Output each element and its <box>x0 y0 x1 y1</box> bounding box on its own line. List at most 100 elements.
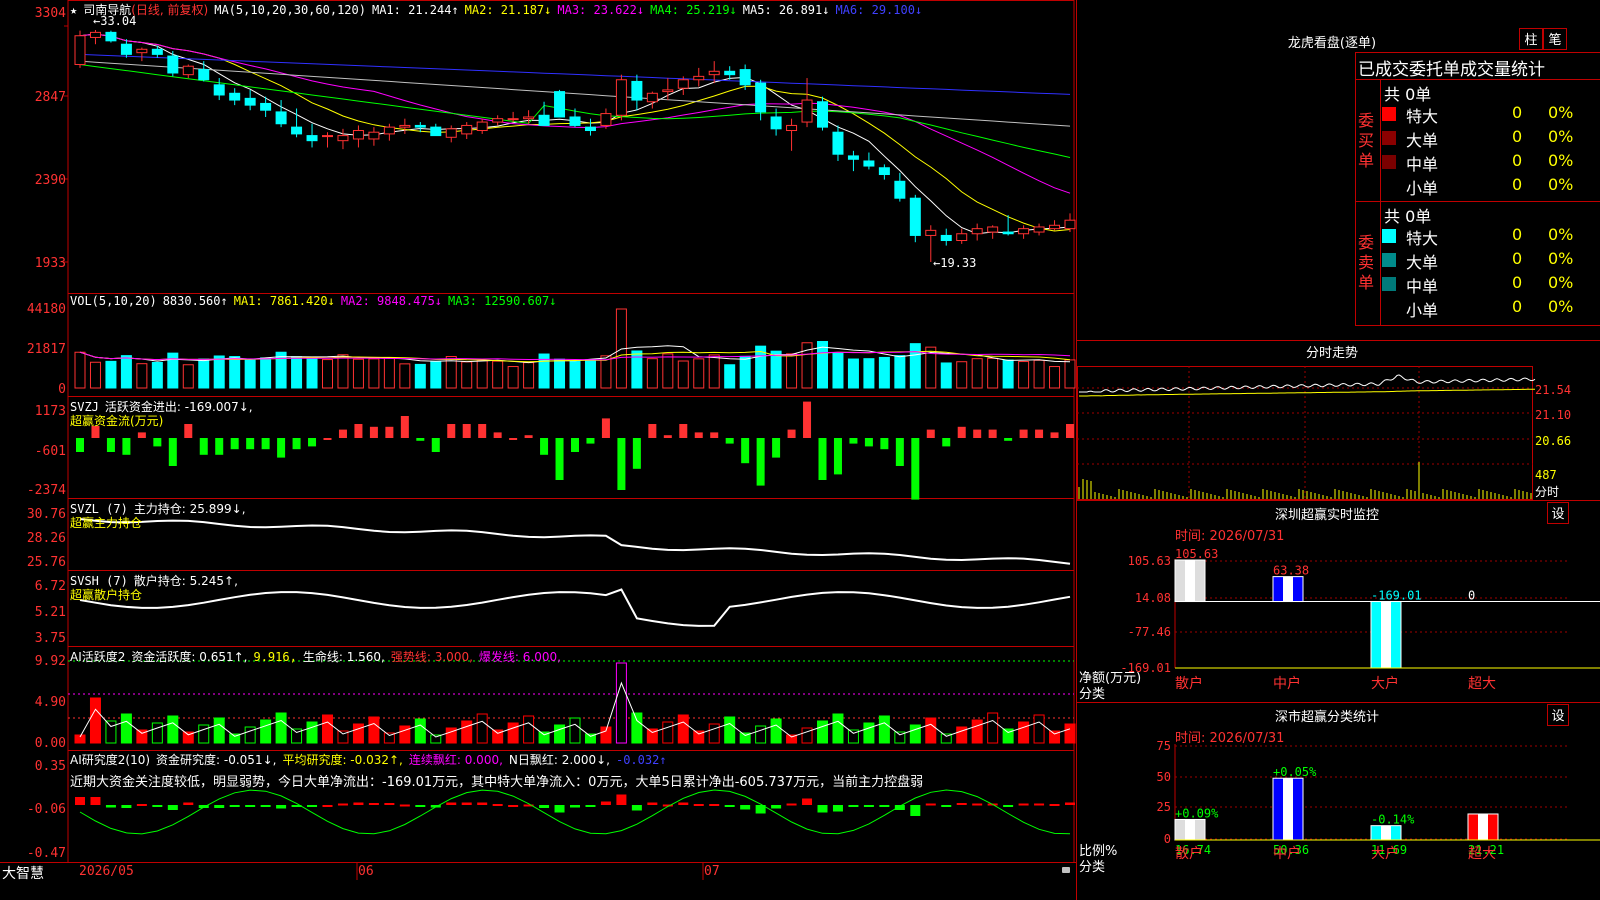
fund-flow-bar <box>106 438 115 452</box>
candle-body <box>523 116 535 120</box>
candle-body <box>136 48 148 54</box>
volume-bar <box>399 363 411 389</box>
candle-body <box>167 55 179 74</box>
volume-bar <box>337 354 349 389</box>
lock-icon[interactable] <box>1062 867 1070 873</box>
vol-ma2: MA2: 9848.475↓ <box>340 294 443 308</box>
fund-flow-bar <box>586 438 595 444</box>
volume-bar <box>368 358 380 389</box>
chart-tick-label: 50 <box>1157 770 1171 784</box>
vol-value: 8830.560↑ <box>162 294 228 308</box>
research-bar <box>183 802 194 805</box>
volume-bar <box>74 351 86 389</box>
row-value: 0 <box>1512 151 1523 170</box>
research-bar <box>384 803 395 805</box>
svzl-value: 主力持仓: 25.899↓, <box>133 502 246 516</box>
category-label: 大户 <box>1371 845 1399 862</box>
research-bar <box>461 802 472 805</box>
volume-bar <box>352 358 364 389</box>
fund-flow-bar <box>679 424 688 438</box>
fund-flow-bar <box>493 432 502 438</box>
volume-bar <box>708 354 720 389</box>
main-chart-area[interactable]: ★ 司南导航(日线, 前复权) MA(5,10,20,30,60,120) MA1: … <box>0 0 1076 880</box>
candle-body <box>909 197 921 236</box>
adjust-mode[interactable]: (日线, 前复权) <box>131 3 208 17</box>
main-chart-svg[interactable] <box>0 0 1076 880</box>
fund-flow-bar <box>648 424 657 438</box>
candle-body <box>987 226 999 233</box>
fund-flow-bar <box>540 438 549 455</box>
activity-bar <box>554 724 566 744</box>
volume-bar <box>151 361 163 389</box>
volume-bar <box>1033 359 1045 389</box>
research-bar <box>817 805 828 813</box>
tick-mode-button[interactable]: 笔 <box>1543 28 1567 50</box>
research-line <box>79 789 1071 835</box>
candle-body <box>770 116 782 130</box>
ai1-label: AI活跃度2 <box>70 650 126 664</box>
activity-bar <box>167 715 179 744</box>
ai2-tick: -0.47 <box>26 846 66 861</box>
research-bar <box>879 805 890 807</box>
research-bar <box>956 803 967 805</box>
activity-bar <box>1064 723 1076 744</box>
main-holding-line <box>79 518 1071 565</box>
volume-bar <box>260 357 272 389</box>
research-bar <box>647 802 658 805</box>
category-bar-highlight <box>1283 778 1293 840</box>
volume-bar <box>940 362 952 389</box>
fund-flow-bar <box>926 429 935 438</box>
volume-bar <box>832 352 844 389</box>
volume-bar <box>646 358 658 389</box>
volume-bar <box>322 359 333 389</box>
candle-body <box>507 118 519 121</box>
vol-ma3: MA3: 12590.607↓ <box>448 294 557 308</box>
candle-body <box>677 79 689 89</box>
fund-flow-bar <box>338 429 347 438</box>
candle-body <box>445 128 457 138</box>
activity-bar <box>569 717 581 744</box>
row-value: 0 <box>1512 225 1523 244</box>
volume-legend: VOL(5,10,20) 8830.560↑ MA1: 7861.420↓ MA2: … <box>70 294 562 308</box>
candle-body <box>724 70 736 76</box>
fund-flow-bar <box>942 438 951 447</box>
ai1-tick: 0.00 <box>34 736 66 751</box>
fund-flow-bar <box>184 424 193 438</box>
research-bar <box>616 794 627 805</box>
fund-flow-bar <box>462 424 471 438</box>
research-bar <box>167 805 178 810</box>
fund-flow-bar <box>895 438 904 466</box>
row-name: 小单 <box>1406 179 1439 198</box>
ai2-a: 资金研究度: -0.051↓, <box>156 753 277 767</box>
volume-bar <box>584 359 596 389</box>
intraday-chart[interactable] <box>1077 362 1600 502</box>
activity-bar <box>89 697 101 744</box>
low-price-label: ←19.33 <box>933 256 977 270</box>
panel-frame <box>67 0 1075 294</box>
research-bar <box>276 805 287 809</box>
fund-flow-bar <box>431 438 440 452</box>
category-bar-highlight <box>1283 576 1293 602</box>
volume-bar <box>662 353 674 389</box>
candle-body <box>151 48 163 55</box>
fund-flow-bar <box>122 438 131 455</box>
research-bar <box>353 802 364 805</box>
kline-tick: 2390 <box>34 173 66 188</box>
vol-tick: 44180 <box>26 302 66 317</box>
fund-flow-bar <box>772 438 781 458</box>
retail-holding-line <box>79 588 1071 627</box>
fund-flow-bar <box>571 438 579 452</box>
bar-change-label: +0.09% <box>1175 806 1219 820</box>
candle-body <box>1049 224 1061 230</box>
volume-bar <box>136 363 148 389</box>
volume-bar <box>554 358 566 389</box>
kline-tick: 2847 <box>34 90 66 105</box>
candle-body <box>863 160 875 167</box>
longhu-row: 大单 0 0% <box>1382 127 1600 150</box>
research-bar <box>802 798 813 805</box>
category-bar-highlight <box>1185 560 1195 602</box>
row-value: 0 <box>1512 297 1523 316</box>
ai1-tick: 9.92 <box>34 654 66 669</box>
svsh-value: 散户持仓: 5.245↑, <box>133 574 238 588</box>
bar-mode-button[interactable]: 柱 <box>1519 28 1543 50</box>
